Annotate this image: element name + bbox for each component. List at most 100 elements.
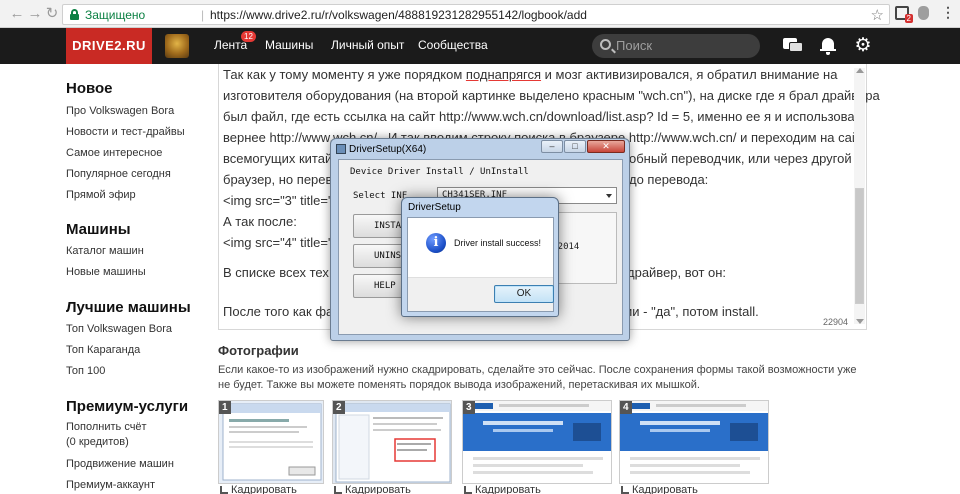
photo-number: 2 (333, 401, 345, 414)
crop-icon (464, 486, 472, 494)
back-arrow-icon[interactable]: ← (8, 5, 26, 23)
window-title: DriverSetup(X64) (349, 144, 427, 155)
sidebar-item[interactable]: Топ Караганда (66, 344, 140, 356)
close-button[interactable]: ✕ (587, 140, 625, 153)
sidebar-item[interactable]: Топ 100 (66, 365, 105, 377)
scroll-down-arrow-icon[interactable] (856, 319, 864, 324)
crop-link[interactable]: Кадрировать (334, 484, 411, 494)
nav-communities[interactable]: Сообщества (418, 38, 488, 52)
editor-line: до перевода: (629, 172, 709, 187)
char-count: 22904 (822, 317, 848, 327)
sidebar-heading-cars[interactable]: Машины (66, 221, 131, 238)
sidebar-heading-new[interactable]: Новое (66, 80, 113, 97)
editor-line: изготовителя оборудования (на второй кар… (223, 88, 880, 103)
user-avatar[interactable] (165, 34, 189, 58)
photo-thumbnail[interactable]: 2 (332, 400, 452, 484)
editor-line: обный переводчик, или через другой (629, 151, 852, 166)
editor-line: <img src="4" title="П (223, 235, 342, 250)
crop-icon (334, 486, 342, 494)
forward-arrow-icon[interactable]: → (26, 5, 44, 23)
editor-line: После того как фай (223, 304, 341, 319)
editor-scrollbar[interactable] (854, 68, 865, 324)
extension-icon[interactable]: 2 (895, 6, 913, 23)
scrollbar-thumb[interactable] (855, 188, 864, 304)
minimize-button[interactable]: – (541, 140, 563, 153)
crop-icon (621, 486, 629, 494)
crop-link[interactable]: Кадрировать (220, 484, 297, 494)
editor-line: драйвер, вот он: (627, 265, 727, 280)
sidebar-item[interactable]: Пополнить счёт (66, 421, 147, 433)
crop-link[interactable]: Кадрировать (621, 484, 698, 494)
sidebar-item[interactable]: Продвижение машин (66, 458, 174, 470)
crop-label: Кадрировать (231, 484, 297, 494)
notifications-bell-icon[interactable] (818, 37, 838, 55)
sidebar-item-note: (0 кредитов) (66, 436, 129, 448)
photo-number: 3 (463, 401, 475, 414)
scroll-up-arrow-icon[interactable] (856, 68, 864, 73)
site-logo[interactable]: DRIVE2.RU (66, 28, 152, 64)
feed-badge: 12 (241, 31, 256, 42)
sidebar-item[interactable]: Самое интересное (66, 147, 162, 159)
sidebar-item[interactable]: Топ Volkswagen Bora (66, 323, 172, 335)
editor-line: всемогущих китай (223, 151, 333, 166)
screenshot-thumbnail-image (463, 401, 611, 483)
editor-line: <img src="3" title="Д (223, 193, 342, 208)
sidebar-heading-best-cars[interactable]: Лучшие машины (66, 299, 191, 316)
info-icon: i (426, 233, 446, 253)
sidebar-item[interactable]: Популярное сегодня (66, 168, 171, 180)
secure-label: Защищено (85, 8, 146, 22)
sidebar-item[interactable]: Про Volkswagen Bora (66, 105, 174, 117)
sidebar-item[interactable]: Премиум-аккаунт (66, 479, 155, 491)
screenshot-thumbnail-image (620, 401, 768, 483)
messages-icon[interactable] (783, 37, 803, 55)
photo-thumbnail[interactable]: 3 (462, 400, 612, 484)
spellcheck-word: поднапрягся (465, 67, 542, 82)
crop-icon (220, 486, 228, 494)
crop-link[interactable]: Кадрировать (464, 484, 541, 494)
screenshot-thumbnail-image (333, 401, 451, 483)
sidebar-heading-premium[interactable]: Премиум-услуги (66, 398, 188, 415)
editor-line: А так после: (223, 214, 297, 229)
message-box-body: i Driver install success! OK (407, 217, 554, 312)
crop-label: Кадрировать (475, 484, 541, 494)
editor-line: был файл, где есть ссылка на сайт http:/… (223, 109, 866, 124)
ok-button[interactable]: OK (494, 285, 554, 303)
extension-badge: 2 (904, 14, 913, 23)
reload-icon[interactable]: ↻ (43, 5, 61, 23)
photo-number: 4 (620, 401, 632, 414)
message-box-footer: OK (408, 277, 554, 311)
photos-description: Если какое-то из изображений нужно скадр… (218, 364, 857, 391)
search-placeholder: Поиск (616, 38, 653, 53)
shield-extension-icon[interactable] (918, 6, 929, 20)
browser-toolbar: ← → ↻ Защищено | https://www.drive2.ru/r… (0, 0, 960, 28)
bookmark-star-icon[interactable]: ☆ (871, 6, 884, 24)
maximize-button[interactable]: □ (564, 140, 586, 153)
url-separator: | (201, 8, 205, 22)
sidebar-item[interactable]: Каталог машин (66, 245, 144, 257)
editor-line: Так как у тому моменту я уже порядком (223, 67, 463, 82)
group-label: Device Driver Install / UnInstall (350, 167, 529, 177)
address-bar[interactable]: Защищено | https://www.drive2.ru/r/volks… (62, 4, 890, 25)
nav-cars[interactable]: Машины (265, 38, 313, 52)
photo-thumbnail[interactable]: 1 (218, 400, 324, 484)
photo-thumbnail[interactable]: 4 (619, 400, 769, 484)
url-text[interactable]: https://www.drive2.ru/r/volkswagen/48881… (210, 8, 587, 22)
crop-label: Кадрировать (632, 484, 698, 494)
message-text: Driver install success! (454, 238, 542, 248)
select-inf-label: Select INF (353, 191, 408, 201)
sidebar-item[interactable]: Новости и тест-драйвы (66, 126, 185, 138)
app-icon (336, 144, 346, 154)
nav-experience[interactable]: Личный опыт (331, 38, 404, 52)
sidebar-item[interactable]: Новые машины (66, 266, 146, 278)
search-input[interactable]: Поиск (592, 34, 760, 58)
browser-menu-icon[interactable]: ⋮ (941, 4, 955, 21)
editor-line: В списке всех тех. (223, 265, 333, 280)
message-box-title: DriverSetup (408, 202, 461, 213)
sidebar-item[interactable]: Прямой эфир (66, 189, 136, 201)
chevron-down-icon (606, 194, 612, 198)
editor-line: и мозг активизировался, я обратил вниман… (544, 67, 838, 82)
photos-heading: Фотографии (218, 343, 299, 358)
photo-number: 1 (219, 401, 231, 414)
settings-gear-icon[interactable]: ⚙ (853, 36, 873, 55)
crop-label: Кадрировать (345, 484, 411, 494)
